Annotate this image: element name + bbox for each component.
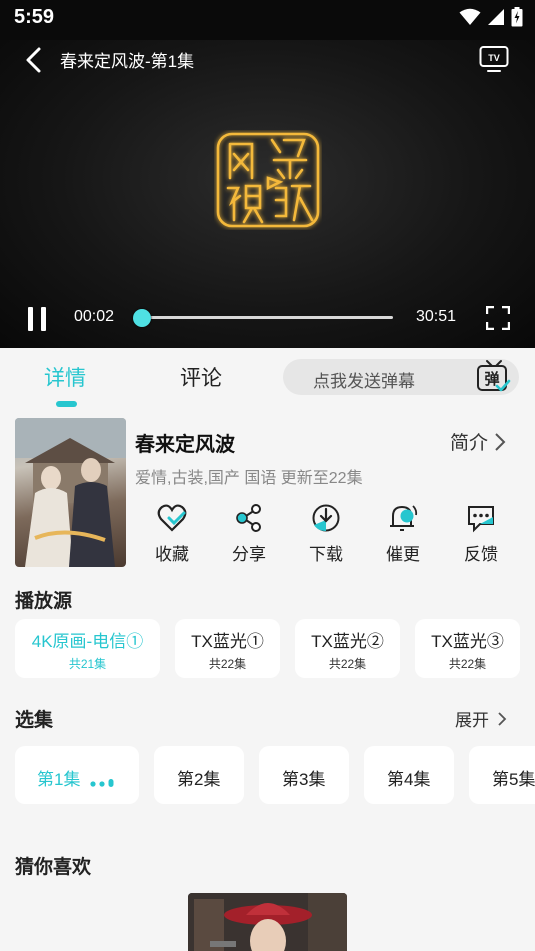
source-item[interactable]: TX蓝光② 共22集 (295, 619, 400, 678)
episode-label: 第2集 (177, 770, 221, 789)
source-count: 共21集 (68, 657, 107, 671)
danmu-icon[interactable]: 弹 (475, 357, 513, 395)
back-arrow-icon[interactable] (20, 46, 48, 74)
episode-label: 第3集 (282, 770, 326, 789)
app: 5:59 春来定风波-第1集 TV 00:02 30:51 详情 评论 点我发送… (0, 0, 535, 951)
download-label: 下载 (309, 545, 343, 564)
episode-label: 第1集 (37, 770, 81, 789)
episode-label: 第4集 (387, 770, 431, 789)
share-icon (236, 504, 261, 532)
channel-logo (214, 130, 322, 230)
video-player[interactable]: 春来定风波-第1集 TV 00:02 30:51 (0, 40, 535, 348)
expand-episodes[interactable]: 展开 (455, 706, 507, 731)
share-button[interactable]: 分享 (214, 502, 284, 565)
feedback-label: 反馈 (464, 545, 498, 564)
danmu-placeholder: 点我发送弹幕 (313, 372, 415, 391)
episode-item[interactable]: 第5集 (469, 746, 535, 804)
source-count: 共22集 (328, 657, 367, 671)
progress-thumb[interactable] (133, 309, 151, 327)
episode-item[interactable]: 第3集 (259, 746, 349, 804)
source-name: 4K原画-电信① (31, 632, 144, 651)
show-meta: 爱情,古装,国产 国语 更新至22集 (135, 470, 363, 487)
remind-update-label: 催更 (386, 545, 420, 564)
remind-update-button[interactable]: 催更 (368, 502, 438, 565)
action-bar: 收藏 分享 下载 催更 反馈 (135, 502, 520, 566)
favorite-label: 收藏 (155, 545, 189, 564)
source-name: TX蓝光② (311, 632, 384, 651)
status-bar: 5:59 (0, 0, 535, 40)
episode-item[interactable]: 第4集 (364, 746, 454, 804)
show-poster[interactable] (15, 418, 126, 567)
chevron-right-icon (495, 432, 506, 451)
video-title: 春来定风波-第1集 (60, 52, 195, 71)
battery-icon (511, 7, 523, 27)
pause-icon[interactable] (26, 306, 48, 332)
episodes-title: 选集 (15, 710, 54, 731)
episode-item[interactable]: 第1集 (15, 746, 139, 804)
status-icons (459, 7, 523, 27)
chevron-right-icon (498, 711, 507, 726)
episode-label: 第5集 (492, 770, 535, 789)
heart-icon (157, 504, 187, 532)
intro-link[interactable]: 简介 (450, 428, 506, 455)
intro-label: 简介 (450, 433, 489, 454)
recommend-card[interactable] (188, 893, 347, 951)
source-count: 共22集 (208, 657, 247, 671)
recommend-title: 猜你喜欢 (15, 857, 92, 878)
download-button[interactable]: 下载 (291, 502, 361, 565)
tab-details[interactable]: 详情 (44, 362, 86, 392)
source-count: 共22集 (448, 657, 487, 671)
expand-label: 展开 (455, 711, 489, 730)
feedback-button[interactable]: 反馈 (446, 502, 516, 565)
favorite-button[interactable]: 收藏 (137, 502, 207, 565)
share-label: 分享 (232, 545, 266, 564)
show-title: 春来定风波 (135, 434, 235, 456)
current-time: 00:02 (74, 308, 115, 325)
progress-bar[interactable] (140, 316, 393, 319)
source-name: TX蓝光① (191, 632, 264, 651)
cast-tv-icon[interactable]: TV (479, 45, 509, 73)
fullscreen-icon[interactable] (486, 306, 510, 330)
wifi-icon (459, 8, 481, 25)
download-icon (312, 504, 340, 532)
source-name: TX蓝光③ (431, 632, 504, 651)
episode-item[interactable]: 第2集 (154, 746, 244, 804)
status-time: 5:59 (14, 6, 55, 28)
source-item[interactable]: TX蓝光③ 共22集 (415, 619, 520, 678)
sources-title: 播放源 (15, 591, 73, 612)
danmu-input[interactable]: 点我发送弹幕 弹 (283, 359, 519, 395)
tab-indicator (56, 401, 77, 407)
playing-indicator-icon (90, 779, 114, 787)
bell-icon (390, 505, 418, 531)
total-time: 30:51 (416, 308, 457, 325)
feedback-icon (468, 506, 494, 533)
signal-icon (488, 9, 504, 25)
source-item[interactable]: TX蓝光① 共22集 (175, 619, 280, 678)
tv-label: TV (488, 53, 500, 63)
tab-comments[interactable]: 评论 (180, 362, 222, 392)
source-item[interactable]: 4K原画-电信① 共21集 (15, 619, 160, 678)
